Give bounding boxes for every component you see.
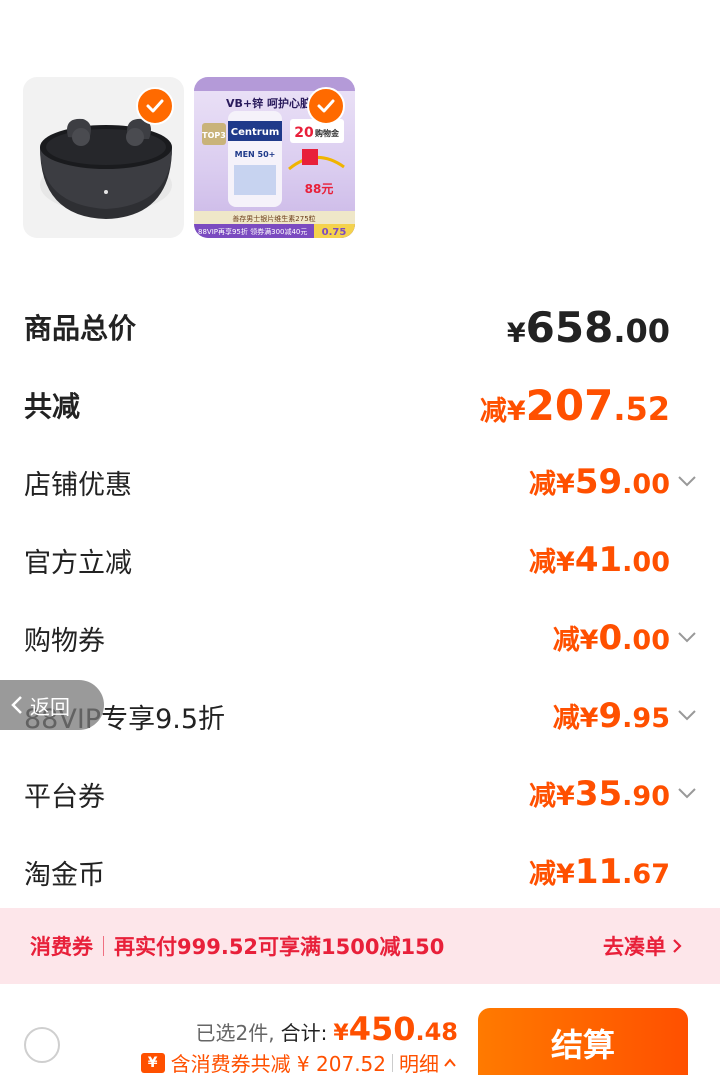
row-total-reduction: 共减 减¥ 207 .52 [24, 381, 670, 430]
chevron-left-icon [11, 696, 22, 714]
official-discount-label: 官方立减 [24, 547, 132, 579]
row-taojin-coin: 淘金币 减¥ 11 .67 [24, 852, 670, 892]
price-int: 0 [598, 618, 623, 658]
chevron-up-icon [444, 1057, 456, 1067]
row-official-discount: 官方立减 减¥ 41 .00 [24, 540, 670, 580]
total-reduction-label: 共减 [24, 390, 81, 423]
divider [103, 936, 104, 956]
product-thumb-earbuds[interactable] [23, 77, 184, 238]
chevron-down-icon[interactable] [676, 470, 698, 492]
shopping-coupon-value: 减¥ 0 .00 [553, 618, 670, 658]
price-int: 41 [574, 540, 623, 580]
taojin-coin-value: 减¥ 11 .67 [529, 852, 670, 892]
price-prefix: 减¥ [529, 469, 575, 500]
price-prefix: 减¥ [529, 781, 575, 812]
price-dec: .90 [622, 781, 670, 812]
chevron-down-icon[interactable] [676, 782, 698, 804]
chevron-down-icon[interactable] [676, 704, 698, 726]
price-dec: .67 [622, 859, 670, 890]
price-int: 9 [598, 696, 623, 736]
price-prefix: 减¥ [529, 859, 575, 890]
vitamin-footer-price: 0.75 [322, 227, 347, 238]
currency-symbol: ¥ [506, 317, 526, 349]
vitamin-footer1: 善存男士银片维生素275粒 [232, 214, 315, 223]
coupon-icon: ¥ [140, 1052, 165, 1073]
checkout-bar: 已选2件, 合计: ¥ 450 .48 ¥ 含消费券共减 ¥ 207.52 明细… [0, 984, 720, 1075]
vitamin-coupon: 20 [294, 125, 314, 141]
order-summary: 已选2件, 合计: ¥ 450 .48 [196, 1010, 458, 1048]
price-int: 11 [574, 852, 623, 892]
price-int: 207 [525, 380, 614, 430]
product-thumbnails: VB+锌 呵护心脏充 TOP3 Centrum MEN 50+ 20 购物金 8… [23, 77, 355, 238]
back-label: 返回 [30, 694, 70, 719]
official-discount-value: 减¥ 41 .00 [529, 540, 670, 580]
vitamin-price-tag: 88元 [305, 182, 334, 196]
price-dec: .00 [622, 625, 670, 656]
price-int: 35 [574, 774, 623, 814]
vitamin-tag: MEN 50+ [235, 150, 276, 159]
add-items-link[interactable]: 去凑单 [603, 931, 684, 961]
vip-discount-value: 减¥ 9 .95 [553, 696, 670, 736]
store-discount-label: 店铺优惠 [24, 469, 132, 501]
discount-summary: ¥ 含消费券共减 ¥ 207.52 明细 [140, 1048, 458, 1075]
price-int: 658 [525, 302, 614, 352]
row-store-discount[interactable]: 店铺优惠 减¥ 59 .00 [24, 462, 670, 502]
vitamin-brand: Centrum [231, 127, 280, 138]
total-price-label: 商品总价 [24, 312, 137, 345]
coupon-banner-tag: 消费券 [30, 935, 93, 959]
price-dec: .48 [415, 1018, 458, 1046]
selected-check-icon[interactable] [307, 87, 345, 125]
total-price-value: ¥ 658 .00 [507, 303, 670, 352]
coupon-banner-info: 消费券 再实付999.52可享满1500减150 [30, 931, 444, 961]
taojin-coin-label: 淘金币 [24, 859, 105, 891]
total-amount: ¥ 450 .48 [333, 1010, 458, 1048]
shopping-coupon-label: 购物券 [24, 625, 105, 657]
price-dec: .00 [613, 311, 670, 350]
vitamin-coupon-label: 购物金 [315, 128, 340, 138]
coupon-banner-text: 再实付999.52可享满1500减150 [114, 935, 445, 959]
back-button[interactable]: 返回 [0, 680, 104, 730]
detail-label: 明细 [399, 1052, 439, 1075]
discount-text: 含消费券共减 ¥ 207.52 [170, 1052, 386, 1075]
price-prefix: 减¥ [552, 703, 599, 734]
platform-coupon-value: 减¥ 35 .90 [529, 774, 670, 814]
vitamin-footer2: 88VIP再享95折 领券满300减40元 [198, 227, 307, 236]
add-items-label: 去凑单 [603, 935, 666, 959]
coupon-banner[interactable]: 消费券 再实付999.52可享满1500减150 去凑单 [0, 908, 720, 984]
detail-toggle[interactable]: 明细 [399, 1048, 458, 1075]
price-int: 59 [574, 462, 623, 502]
selected-count: 已选2件, [195, 1021, 275, 1045]
price-dec: .00 [622, 469, 670, 500]
row-shopping-coupon[interactable]: 购物券 减¥ 0 .00 [24, 618, 670, 658]
selected-check-icon[interactable] [136, 87, 174, 125]
store-discount-value: 减¥ 59 .00 [529, 462, 670, 502]
price-prefix: 减¥ [552, 625, 599, 656]
price-dec: .52 [613, 389, 670, 428]
divider [392, 1053, 393, 1072]
row-platform-coupon[interactable]: 平台券 减¥ 35 .90 [24, 774, 670, 814]
row-total-price: 商品总价 ¥ 658 .00 [24, 303, 670, 352]
chevron-right-icon [673, 939, 682, 953]
checkout-button[interactable]: 结算 [478, 1008, 688, 1075]
price-prefix: 减¥ [529, 547, 575, 578]
vitamin-badge: TOP3 [202, 131, 226, 140]
row-vip-discount[interactable]: 88VIP专享9.5折 减¥ 9 .95 [24, 696, 670, 736]
currency-symbol: ¥ [333, 1021, 349, 1046]
price-dec: .00 [622, 547, 670, 578]
product-thumb-vitamin[interactable]: VB+锌 呵护心脏充 TOP3 Centrum MEN 50+ 20 购物金 8… [194, 77, 355, 238]
total-reduction-value: 减¥ 207 .52 [480, 381, 670, 430]
price-int: 450 [348, 1010, 416, 1048]
select-all-radio[interactable] [24, 1027, 60, 1063]
total-label: 合计: [280, 1021, 328, 1045]
chevron-down-icon[interactable] [676, 626, 698, 648]
price-dec: .95 [622, 703, 670, 734]
platform-coupon-label: 平台券 [24, 781, 105, 813]
price-prefix: 减¥ [479, 395, 526, 427]
